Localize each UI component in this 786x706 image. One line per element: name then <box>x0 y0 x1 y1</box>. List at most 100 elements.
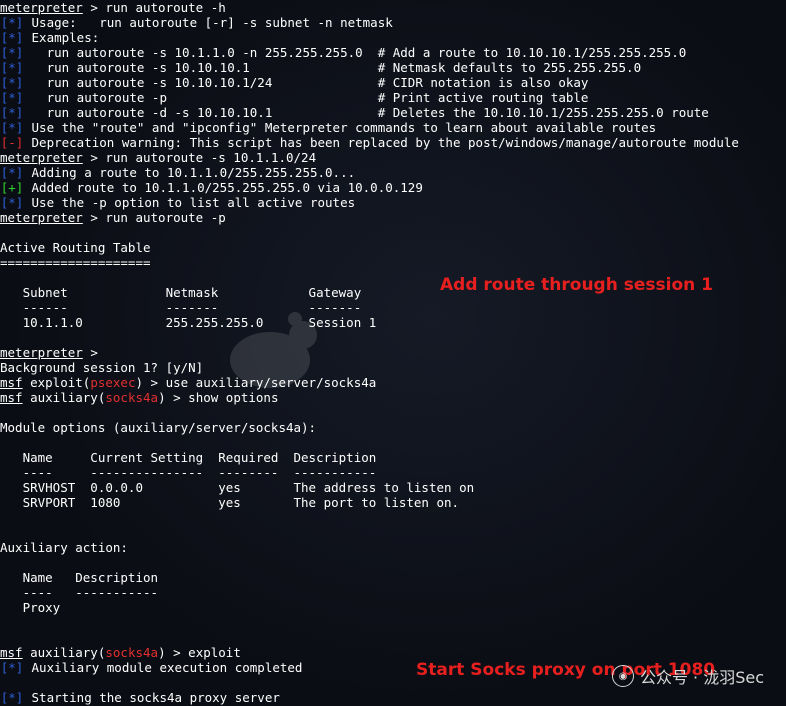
prompt-label: msf <box>0 645 23 660</box>
wechat-icon: ◉ <box>611 665 634 687</box>
prompt-label: msf <box>0 390 23 405</box>
prompt-context: auxiliary( <box>22 645 106 660</box>
output-text: Proxy <box>0 600 61 615</box>
output-text: SRVHOST 0.0.0.0 yes The address to liste… <box>0 480 475 495</box>
terminal-line: [*] Adding a route to 10.1.1.0/255.255.2… <box>0 165 355 180</box>
terminal-line: [*] run autoroute -s 10.10.10.1/24 # CID… <box>0 75 589 90</box>
terminal-line: msf exploit(psexec) > use auxiliary/serv… <box>0 375 376 390</box>
terminal-line: Name Description <box>0 570 158 585</box>
output-text: 10.1.1.0 255.255.255.0 Session 1 <box>0 315 377 330</box>
terminal-line: [-] Deprecation warning: This script has… <box>0 135 739 150</box>
output-text: run autoroute -d -s 10.10.10.1 # Deletes… <box>24 105 709 120</box>
terminal-line: [+] Added route to 10.1.1.0/255.255.255.… <box>0 180 423 195</box>
module-name: psexec <box>90 375 136 390</box>
module-name: socks4a <box>105 390 159 405</box>
terminal-line: [*] Starting the socks4a proxy server <box>0 690 280 705</box>
terminal-line: [*] run autoroute -d -s 10.10.10.1 # Del… <box>0 105 709 120</box>
status-tag: [*] <box>0 60 24 75</box>
output-text: Examples: <box>24 30 100 45</box>
terminal-line: [*] Use the "route" and "ipconfig" Meter… <box>0 120 656 135</box>
terminal-line: Module options (auxiliary/server/socks4a… <box>0 420 316 435</box>
prompt-label: meterpreter <box>0 345 83 360</box>
output-text: Name Description <box>0 570 159 585</box>
output-text: Deprecation warning: This script has bee… <box>24 135 739 150</box>
terminal-line: meterpreter > <box>0 345 98 360</box>
terminal-line: ---- ----------- <box>0 585 158 600</box>
output-text: Auxiliary action: <box>0 540 128 555</box>
prompt-label: msf <box>0 375 23 390</box>
terminal-line: [*] Use the -p option to list all active… <box>0 195 355 210</box>
output-text: Adding a route to 10.1.1.0/255.255.255.0… <box>24 165 356 180</box>
status-tag: [*] <box>0 120 24 135</box>
status-tag: [*] <box>0 75 24 90</box>
command-text: > run autoroute -s 10.1.1.0/24 <box>82 150 317 165</box>
command-text: > run autoroute -h <box>82 0 226 15</box>
terminal-line: [*] run autoroute -p # Print active rout… <box>0 90 589 105</box>
output-text: Background session 1? [y/N] <box>0 360 204 375</box>
prompt-context: exploit( <box>22 375 91 390</box>
output-text: Module options (auxiliary/server/socks4a… <box>0 420 317 435</box>
command-text: ) > use auxiliary/server/socks4a <box>135 375 377 390</box>
terminal-line: Background session 1? [y/N] <box>0 360 203 375</box>
terminal-line: [*] Examples: <box>0 30 100 45</box>
prompt-context: auxiliary( <box>22 390 106 405</box>
status-tag: [*] <box>0 90 24 105</box>
terminal-line: Proxy <box>0 600 61 615</box>
prompt-label: meterpreter <box>0 210 83 225</box>
terminal-line: Subnet Netmask Gateway <box>0 285 362 300</box>
output-text: Active Routing Table <box>0 240 151 255</box>
terminal-line: ==================== <box>0 255 151 270</box>
status-tag: [+] <box>0 180 24 195</box>
terminal-line: ---- --------------- -------- ----------… <box>0 465 377 480</box>
output-text: Name Current Setting Required Descriptio… <box>0 450 377 465</box>
output-text: Use the "route" and "ipconfig" Meterpret… <box>24 120 657 135</box>
output-text: ---- ----------- <box>0 585 159 600</box>
status-tag: [*] <box>0 660 24 675</box>
terminal-line: 10.1.1.0 255.255.255.0 Session 1 <box>0 315 377 330</box>
status-tag: [*] <box>0 195 24 210</box>
terminal-line: [*] Auxiliary module execution completed <box>0 660 303 675</box>
terminal-line: msf auxiliary(socks4a) > exploit <box>0 645 241 660</box>
output-text: ------ ------- ------- <box>0 300 362 315</box>
command-text: > run autoroute -p <box>82 210 226 225</box>
output-text: Use the -p option to list all active rou… <box>24 195 356 210</box>
terminal-line: meterpreter > run autoroute -p <box>0 210 226 225</box>
output-text: ---- --------------- -------- ----------… <box>0 465 377 480</box>
terminal-line: meterpreter > run autoroute -h <box>0 0 226 15</box>
annotation-add-route: Add route through session 1 <box>440 275 713 295</box>
status-tag: [*] <box>0 105 24 120</box>
status-tag: [*] <box>0 15 24 30</box>
terminal-line: Auxiliary action: <box>0 540 128 555</box>
terminal-line: SRVPORT 1080 yes The port to listen on. <box>0 495 460 510</box>
output-text: Added route to 10.1.1.0/255.255.255.0 vi… <box>24 180 423 195</box>
output-text: Subnet Netmask Gateway <box>0 285 362 300</box>
output-text: Starting the socks4a proxy server <box>24 690 280 705</box>
prompt-label: meterpreter <box>0 150 83 165</box>
output-text: SRVPORT 1080 yes The port to listen on. <box>0 495 460 510</box>
status-tag: [*] <box>0 165 24 180</box>
terminal-line: Active Routing Table <box>0 240 151 255</box>
output-text: Auxiliary module execution completed <box>24 660 303 675</box>
output-text: ==================== <box>0 255 151 270</box>
output-text: run autoroute -s 10.10.10.1 # Netmask de… <box>24 60 642 75</box>
terminal-line: [*] run autoroute -s 10.1.1.0 -n 255.255… <box>0 45 687 60</box>
terminal-window[interactable]: meterpreter > run autoroute -h [*] Usage:… <box>0 0 786 706</box>
watermark-text: 公众号 · 泷羽Sec <box>639 668 764 687</box>
command-text: > <box>82 345 98 360</box>
terminal-line: SRVHOST 0.0.0.0 yes The address to liste… <box>0 480 475 495</box>
command-text: ) > show options <box>158 390 279 405</box>
output-text: Usage: run autoroute [-r] -s subnet -n n… <box>24 15 393 30</box>
status-tag: [*] <box>0 45 24 60</box>
watermark: ◉ 公众号 · 泷羽Sec <box>611 664 764 688</box>
status-tag: [*] <box>0 690 24 705</box>
status-tag: [-] <box>0 135 24 150</box>
command-text: ) > exploit <box>158 645 241 660</box>
module-name: socks4a <box>105 645 159 660</box>
output-text: run autoroute -s 10.10.10.1/24 # CIDR no… <box>24 75 589 90</box>
output-text: run autoroute -s 10.1.1.0 -n 255.255.255… <box>24 45 687 60</box>
terminal-line: [*] Usage: run autoroute [-r] -s subnet … <box>0 15 393 30</box>
terminal-line: [*] run autoroute -s 10.10.10.1 # Netmas… <box>0 60 641 75</box>
terminal-line: meterpreter > run autoroute -s 10.1.1.0/… <box>0 150 316 165</box>
output-text: run autoroute -p # Print active routing … <box>24 90 589 105</box>
status-tag: [*] <box>0 30 24 45</box>
